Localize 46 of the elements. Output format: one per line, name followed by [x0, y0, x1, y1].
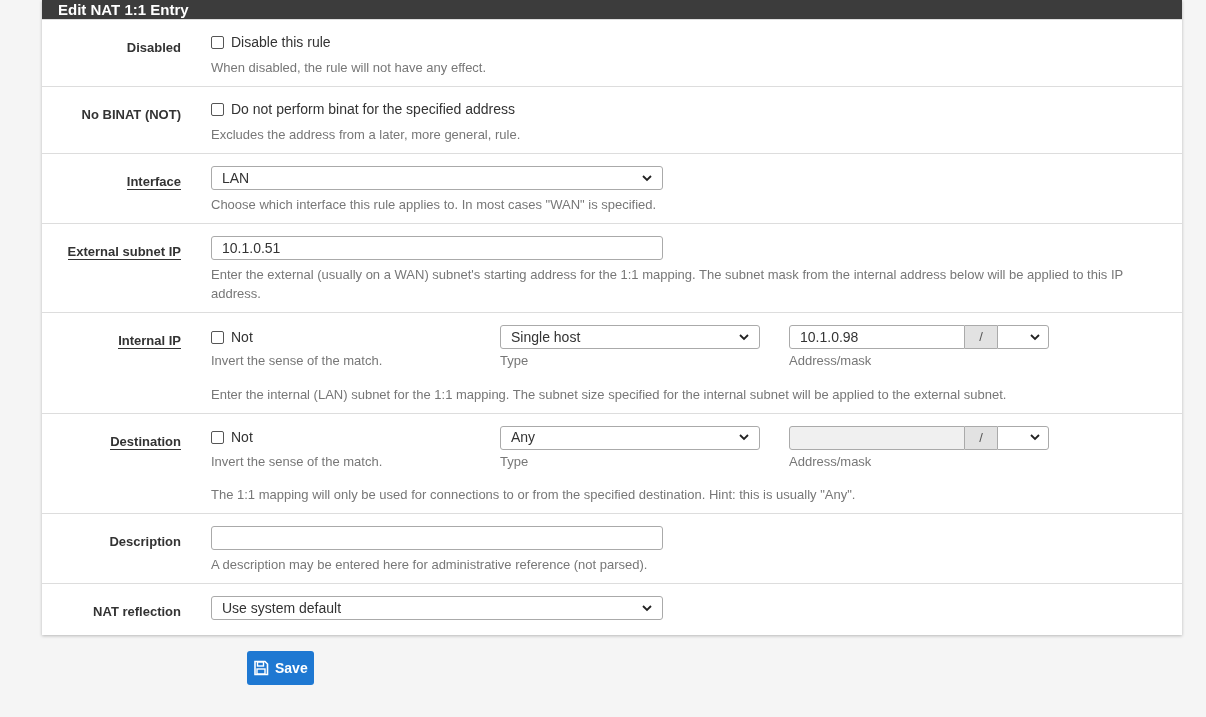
help-text: A description may be entered here for administrative reference (not parsed).	[211, 556, 649, 574]
field-label: Disabled	[126, 40, 181, 55]
checkbox-label[interactable]: Not	[231, 427, 253, 448]
field-label: No BINAT (NOT)	[81, 107, 181, 122]
chevron-down-icon	[1030, 333, 1040, 341]
separator-addon: /	[965, 425, 997, 450]
panel-title: Edit NAT 1:1 Entry	[58, 0, 189, 19]
chevron-down-icon	[1030, 434, 1040, 441]
checkbox[interactable]	[211, 330, 224, 344]
dropdown-select[interactable]: LAN	[211, 166, 663, 190]
field-caption: Address/mask	[789, 452, 873, 471]
text-input[interactable]: 10.1.0.51	[211, 236, 663, 260]
help-text: Excludes the address from a later, more general, rule.	[211, 126, 522, 144]
chevron-down-icon	[642, 604, 652, 612]
field-label: Destination	[110, 433, 181, 450]
checkbox[interactable]	[211, 103, 224, 116]
dropdown-select[interactable]: Single host	[500, 325, 760, 349]
address-input[interactable]: 10.1.0.98	[789, 325, 965, 349]
checkbox-label[interactable]: Not	[231, 326, 253, 348]
text-input[interactable]	[211, 526, 663, 550]
checkbox-label[interactable]: Do not perform binat for the specified address	[231, 99, 516, 120]
field-label: Internal IP	[118, 333, 181, 349]
help-text: When disabled, the rule will not have any effect.	[211, 59, 488, 77]
chevron-down-icon	[739, 333, 749, 341]
separator-addon: /	[965, 325, 997, 349]
help-text: The 1:1 mapping will only be used for connections to or from the specified destination. Hint: this is usually "Any".	[211, 486, 857, 504]
dropdown-select[interactable]: Use system default	[211, 596, 663, 620]
checkbox[interactable]	[211, 36, 224, 49]
field-caption: Type	[500, 452, 530, 471]
field-label: Description	[109, 534, 181, 549]
checkbox-label[interactable]: Disable this rule	[231, 32, 331, 53]
dropdown-select[interactable]: Any	[500, 425, 760, 450]
help-text: Invert the sense of the match.	[211, 352, 384, 370]
chevron-down-icon	[642, 174, 652, 182]
help-text: Choose which interface this rule applies to. In most cases "WAN" is specified.	[211, 196, 658, 214]
field-label: External subnet IP	[67, 244, 181, 260]
help-text: Enter the external (usually on a WAN) subnet's starting address for the 1:1 mapping. The subnet mask from the internal address below will be applied to this IP address.	[211, 266, 1124, 303]
field-caption: Address/mask	[789, 352, 873, 370]
field-caption: Type	[500, 352, 530, 370]
save-button[interactable]: Save	[247, 651, 314, 685]
checkbox[interactable]	[211, 431, 224, 444]
help-text: Enter the internal (LAN) subnet for the 1:1 mapping. The subnet size specified for the internal subnet will be applied to the external subnet.	[211, 385, 1008, 404]
chevron-down-icon	[739, 434, 749, 441]
field-label: Interface	[126, 174, 181, 190]
field-label: NAT reflection	[93, 604, 181, 619]
help-text: Invert the sense of the match.	[211, 452, 384, 471]
